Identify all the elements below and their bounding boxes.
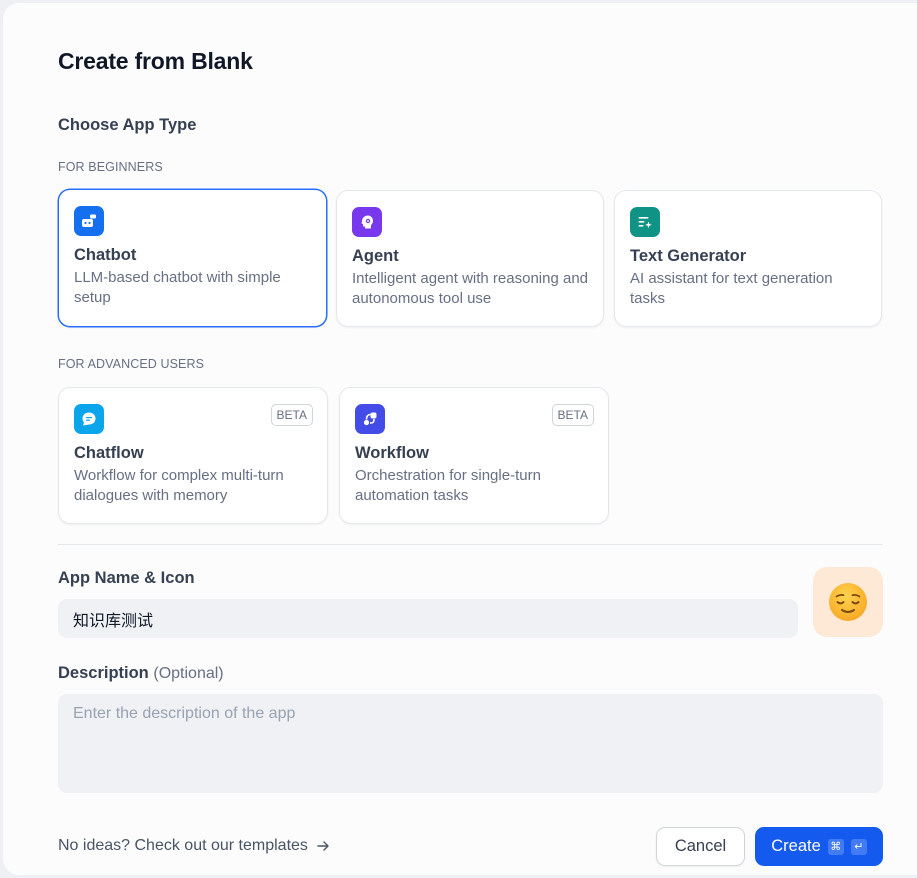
enter-key-icon: ↵ — [850, 838, 867, 855]
app-type-description: Workflow for complex multi-turn dialogue… — [74, 467, 284, 504]
choose-app-type-heading: Choose App Type — [58, 116, 197, 134]
cancel-button[interactable]: Cancel — [656, 827, 745, 866]
dialog-title: Create from Blank — [58, 48, 253, 74]
templates-link-text: No ideas? Check out our templates — [58, 837, 308, 854]
app-type-name: Workflow — [355, 444, 429, 462]
app-type-name: Chatflow — [74, 444, 144, 462]
app-icon-picker[interactable] — [813, 567, 883, 637]
create-button-label: Create — [771, 837, 821, 855]
app-type-name: Chatbot — [74, 246, 137, 264]
section-divider — [58, 544, 883, 545]
app-type-card-chatflow[interactable]: BETA Chatflow Workflow for complex multi… — [58, 387, 328, 524]
app-type-name: Text Generator — [630, 247, 747, 265]
app-type-description: LLM-based chatbot with simple setup — [74, 269, 281, 306]
app-type-name: Agent — [352, 247, 399, 265]
app-type-card-workflow[interactable]: BETA Workflow Orchestration for single-t… — [339, 387, 609, 524]
arrow-right-icon — [317, 841, 329, 851]
advanced-group-label: FOR ADVANCED USERS — [58, 357, 205, 371]
app-type-card-text-generator[interactable]: Text Generator AI assistant for text gen… — [614, 190, 882, 327]
optional-hint: (Optional) — [153, 665, 224, 682]
beginners-group-label: FOR BEGINNERS — [58, 160, 163, 174]
command-key-icon: ⌘ — [827, 838, 844, 855]
chatflow-icon — [74, 404, 104, 434]
app-type-description: AI assistant for text generation tasks — [630, 270, 833, 307]
app-type-description: Intelligent agent with reasoning and aut… — [352, 270, 589, 307]
templates-link[interactable]: No ideas? Check out our templates — [58, 837, 330, 855]
relieved-face-icon — [829, 583, 867, 621]
beta-badge: BETA — [551, 404, 594, 426]
create-button[interactable]: Create ⌘ ↵ — [755, 827, 883, 866]
app-name-icon-label: App Name & Icon — [58, 569, 195, 587]
create-app-dialog: Create from Blank Choose App Type FOR BE… — [3, 3, 917, 875]
beta-badge: BETA — [270, 404, 313, 426]
app-name-input[interactable] — [58, 599, 798, 638]
description-label: Description (Optional) — [58, 664, 224, 683]
app-type-card-chatbot[interactable]: Chatbot LLM-based chatbot with simple se… — [58, 189, 327, 327]
description-textarea[interactable] — [58, 694, 883, 793]
app-type-description: Orchestration for single-turn automation… — [355, 467, 541, 504]
text-generator-icon — [630, 207, 660, 237]
agent-icon — [352, 207, 382, 237]
workflow-icon — [355, 404, 385, 434]
description-label-text: Description — [58, 664, 149, 682]
chatbot-icon — [74, 206, 104, 236]
app-type-card-agent[interactable]: Agent Intelligent agent with reasoning a… — [336, 190, 604, 327]
